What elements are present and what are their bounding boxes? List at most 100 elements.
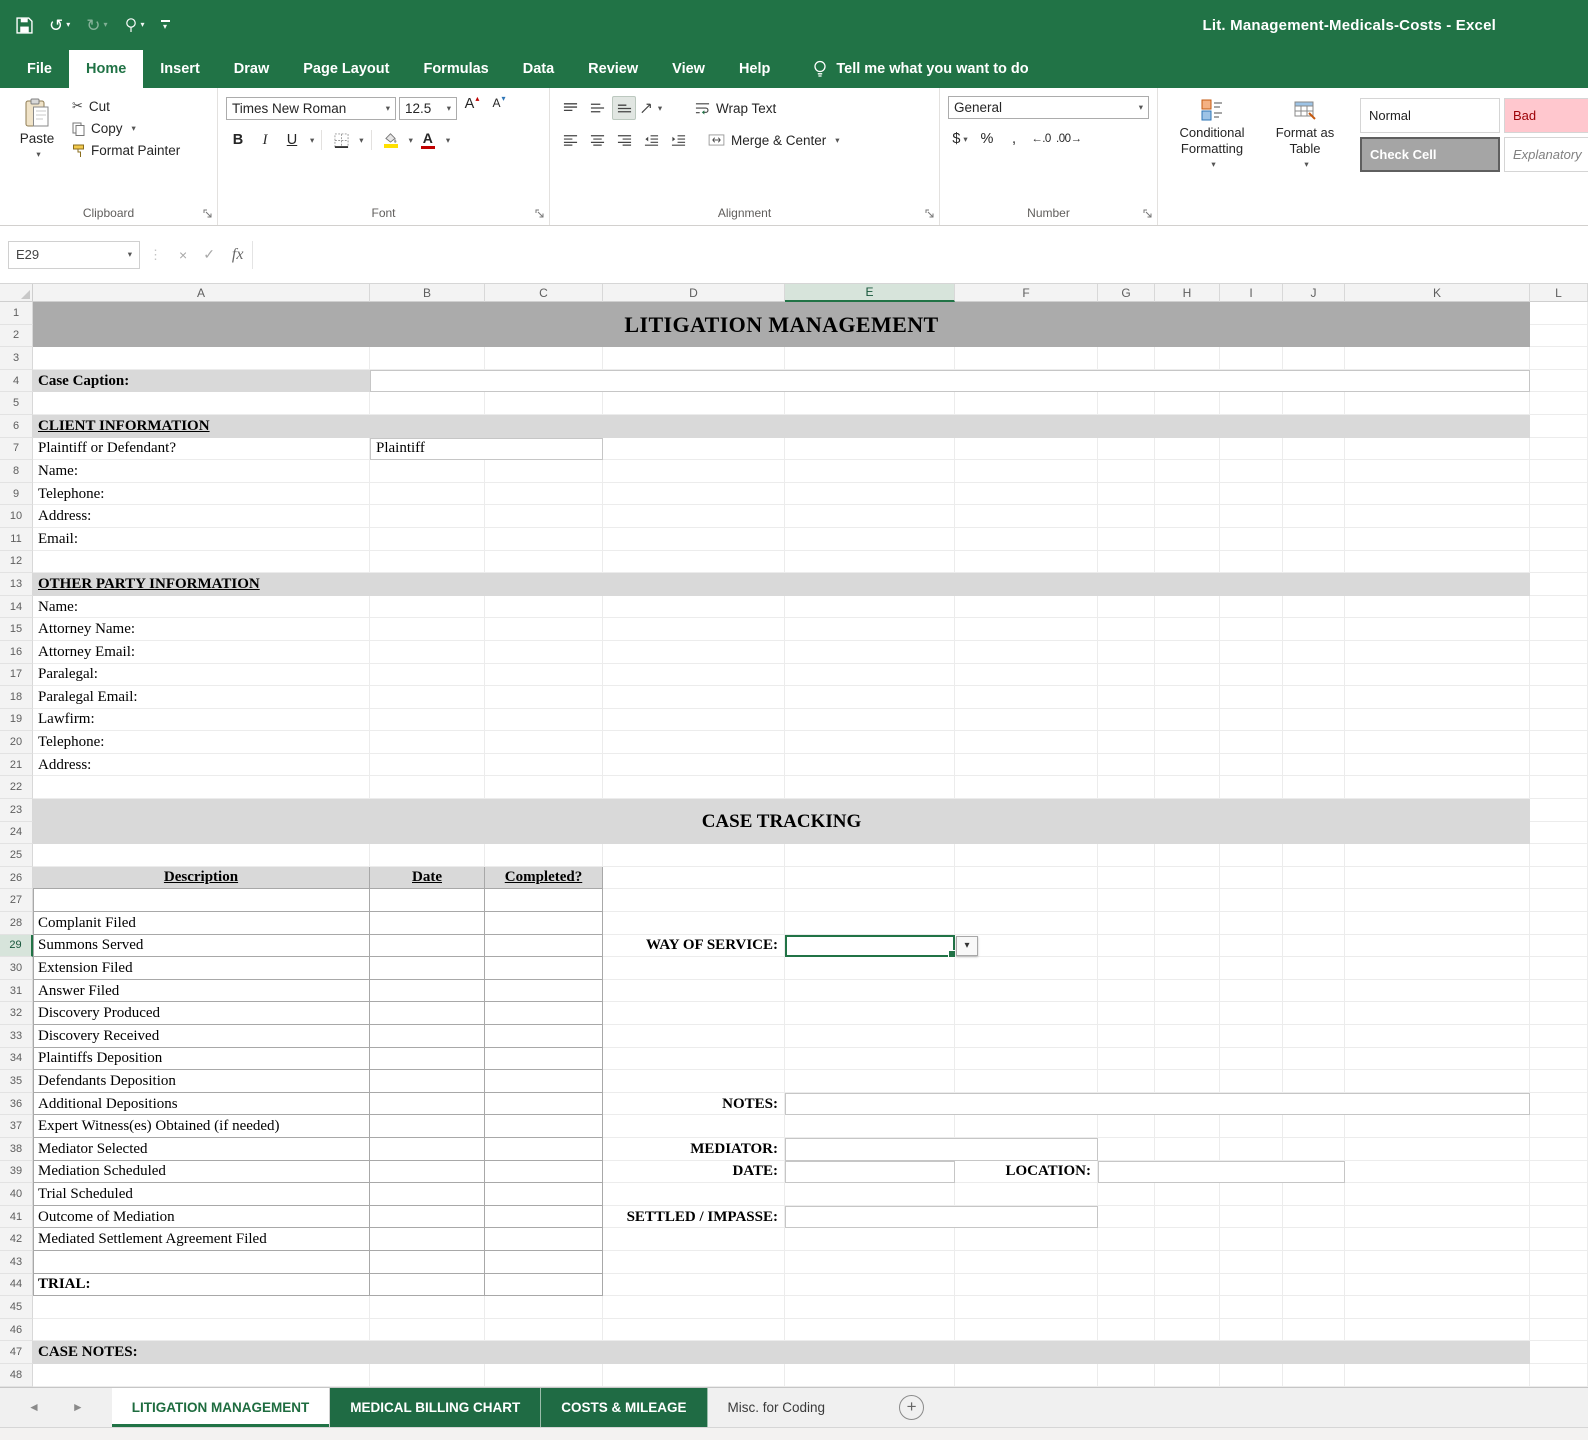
- grid-cell[interactable]: [603, 527, 785, 551]
- column-header-l[interactable]: L: [1530, 284, 1588, 302]
- row-header-17[interactable]: 17: [0, 663, 33, 687]
- grid-cell[interactable]: [33, 392, 370, 415]
- grid-cell[interactable]: [603, 912, 785, 935]
- grid-cell[interactable]: [1530, 957, 1588, 980]
- row-header-19[interactable]: 19: [0, 708, 33, 732]
- grid-cell[interactable]: [603, 640, 785, 664]
- grid-cell[interactable]: [1155, 1296, 1220, 1319]
- grid-cell[interactable]: [603, 392, 785, 415]
- cell-A37[interactable]: Expert Witness(es) Obtained (if needed): [33, 1115, 370, 1138]
- row-header-44[interactable]: 44: [0, 1273, 33, 1297]
- grid-cell[interactable]: [1155, 1228, 1220, 1251]
- align-top-button[interactable]: [558, 96, 582, 120]
- comma-style-button[interactable]: ,: [1002, 127, 1026, 151]
- grid-cell[interactable]: [603, 347, 785, 370]
- grid-cell[interactable]: [955, 1183, 1098, 1206]
- grid-cell[interactable]: [370, 844, 485, 867]
- cell-D39[interactable]: DATE:: [603, 1161, 785, 1184]
- grid-cell[interactable]: [955, 392, 1098, 415]
- grid-cell[interactable]: [1098, 1002, 1155, 1025]
- grid-cell[interactable]: [1220, 1273, 1283, 1297]
- cell-style-bad[interactable]: Bad: [1504, 98, 1588, 133]
- grid-cell[interactable]: [1155, 1137, 1220, 1161]
- table-cell[interactable]: [370, 957, 485, 980]
- grid-cell[interactable]: [1530, 1070, 1588, 1093]
- grid-cell[interactable]: [1098, 844, 1155, 867]
- table-cell[interactable]: [485, 1137, 603, 1161]
- merge-center-button[interactable]: Merge & Center ▾: [708, 133, 840, 148]
- grid-cell[interactable]: [603, 482, 785, 506]
- grid-cell[interactable]: [1345, 1318, 1530, 1342]
- row-header-21[interactable]: 21: [0, 753, 33, 777]
- grid-cell[interactable]: [955, 437, 1098, 461]
- grid-cell[interactable]: [485, 640, 603, 664]
- grid-cell[interactable]: [370, 1363, 485, 1387]
- grid-cell[interactable]: [1283, 460, 1345, 483]
- grid-cell[interactable]: [1345, 392, 1530, 415]
- grid-cell[interactable]: [1530, 889, 1588, 913]
- grid-cell[interactable]: [1345, 957, 1530, 980]
- grid-cell[interactable]: [1530, 437, 1588, 461]
- cell-A47[interactable]: CASE NOTES:: [33, 1341, 1530, 1364]
- column-header-c[interactable]: C: [485, 284, 603, 302]
- cell-A4[interactable]: Case Caption:: [33, 369, 370, 393]
- grid-cell[interactable]: [1530, 1047, 1588, 1071]
- row-header-11[interactable]: 11: [0, 527, 33, 551]
- grid-cell[interactable]: [1283, 1318, 1345, 1342]
- cell-A1[interactable]: LITIGATION MANAGEMENT: [33, 302, 1530, 348]
- cell-E41[interactable]: [785, 1205, 1098, 1229]
- font-size-select[interactable]: 12.5 ▾: [399, 96, 457, 120]
- grid-cell[interactable]: [955, 527, 1098, 551]
- grid-cell[interactable]: [955, 1070, 1098, 1093]
- grid-cell[interactable]: [1283, 934, 1345, 958]
- table-cell[interactable]: [485, 1047, 603, 1071]
- grid-cell[interactable]: [1220, 1250, 1283, 1274]
- row-header-47[interactable]: 47: [0, 1341, 33, 1364]
- grid-cell[interactable]: [1098, 686, 1155, 709]
- grid-cell[interactable]: [603, 844, 785, 867]
- grid-cell[interactable]: [1530, 1363, 1588, 1387]
- grid-cell[interactable]: [955, 663, 1098, 687]
- table-cell[interactable]: [33, 889, 370, 913]
- grid-cell[interactable]: [785, 753, 955, 777]
- grid-cell[interactable]: [1155, 1318, 1220, 1342]
- grid-cell[interactable]: [1098, 1228, 1155, 1251]
- italic-button[interactable]: I: [253, 128, 277, 152]
- cell-A34[interactable]: Plaintiffs Deposition: [33, 1048, 370, 1071]
- grid-cell[interactable]: [1530, 1025, 1588, 1048]
- grid-cell[interactable]: [1155, 776, 1220, 800]
- cell-A28[interactable]: Complanit Filed: [33, 912, 370, 935]
- grid-cell[interactable]: [1345, 1137, 1530, 1161]
- grid-cell[interactable]: [1220, 595, 1283, 619]
- grid-cell[interactable]: [1530, 1115, 1588, 1138]
- grid-cell[interactable]: [1098, 392, 1155, 415]
- grid-cell[interactable]: [1283, 392, 1345, 415]
- grid-cell[interactable]: [785, 1273, 955, 1297]
- grid-cell[interactable]: [1220, 686, 1283, 709]
- grid-cell[interactable]: [1155, 527, 1220, 551]
- grid-cell[interactable]: [1283, 731, 1345, 754]
- grid-cell[interactable]: [1345, 618, 1530, 641]
- grid-cell[interactable]: [1345, 889, 1530, 913]
- grid-cell[interactable]: [1155, 934, 1220, 958]
- ribbon-tab-file[interactable]: File: [10, 50, 69, 88]
- cell-A26[interactable]: Description: [33, 866, 370, 890]
- align-bottom-button[interactable]: [612, 96, 636, 120]
- enter-button[interactable]: ✓: [195, 246, 223, 263]
- grid-cell[interactable]: [1530, 460, 1588, 483]
- grid-cell[interactable]: [485, 708, 603, 732]
- grid-cell[interactable]: [785, 505, 955, 528]
- cell-A18[interactable]: Paralegal Email:: [33, 686, 370, 709]
- grid-cell[interactable]: [1220, 550, 1283, 574]
- borders-button[interactable]: [329, 128, 353, 152]
- align-right-button[interactable]: [612, 128, 636, 152]
- ribbon-tab-review[interactable]: Review: [571, 50, 655, 88]
- grid-cell[interactable]: [1530, 618, 1588, 641]
- grid-cell[interactable]: [1283, 550, 1345, 574]
- sheet-nav-left-button[interactable]: ◄: [28, 1400, 40, 1414]
- grid-cell[interactable]: [485, 347, 603, 370]
- grid-cell[interactable]: [1155, 482, 1220, 506]
- grid-cell[interactable]: [1345, 1273, 1530, 1297]
- cell-D36[interactable]: NOTES:: [603, 1093, 785, 1116]
- grid-cell[interactable]: [485, 686, 603, 709]
